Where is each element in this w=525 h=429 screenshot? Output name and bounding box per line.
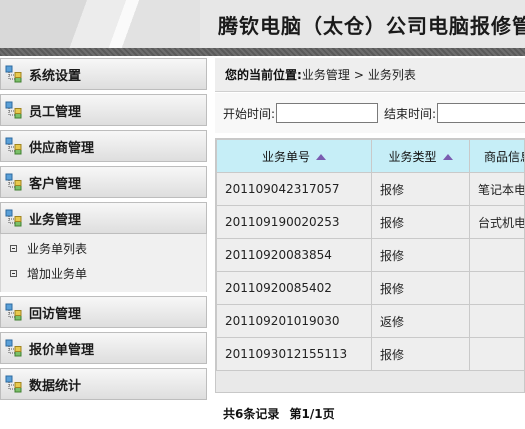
order-number-cell: 201109201019030 bbox=[216, 304, 372, 338]
sidebar-group[interactable]: 回访管理 bbox=[0, 296, 207, 328]
business-type-cell: 报修 bbox=[371, 172, 470, 206]
column-header-order-no[interactable]: 业务单号 bbox=[216, 139, 372, 173]
sort-ascending-icon[interactable] bbox=[442, 153, 453, 160]
sidebar-subitem[interactable]: 增加业务单 bbox=[1, 261, 206, 286]
column-header-type[interactable]: 业务类型 bbox=[371, 139, 470, 173]
sidebar-group-label: 供应商管理 bbox=[29, 140, 95, 156]
main-content: 您的当前位置: 业务管理 > 业务列表 开始时间: 结束时间: 业务单号 业务类… bbox=[215, 58, 525, 429]
app-header: 腾钦电脑（太仓）公司电脑报修管理系统 bbox=[0, 0, 525, 48]
sort-ascending-icon[interactable] bbox=[316, 153, 326, 160]
table-row[interactable]: 201109042317057报修笔记本电脑 bbox=[216, 172, 524, 206]
product-info-cell bbox=[469, 304, 524, 338]
end-time-input[interactable] bbox=[437, 103, 525, 123]
table-body: 201109042317057报修笔记本电脑201109190020253报修台… bbox=[216, 172, 524, 371]
end-time-label: 结束时间: bbox=[384, 106, 437, 121]
sidebar-subitem-label: 业务单列表 bbox=[27, 242, 88, 256]
sidebar-group-label: 回访管理 bbox=[29, 306, 82, 322]
column-header-label: 商品信息 bbox=[483, 149, 524, 164]
sidebar-subitem-label: 增加业务单 bbox=[27, 267, 88, 281]
column-header-label: 业务单号 bbox=[261, 149, 310, 164]
sidebar-group[interactable]: 系统设置 bbox=[0, 58, 207, 90]
tree-node-icon bbox=[5, 65, 23, 83]
breadcrumb-item-module[interactable]: 业务管理 bbox=[302, 66, 350, 83]
business-type-cell: 报修 bbox=[371, 205, 470, 239]
column-header-product[interactable]: 商品信息 bbox=[469, 139, 524, 173]
start-time-label: 开始时间: bbox=[223, 106, 276, 121]
sidebar-group[interactable]: 数据统计 bbox=[0, 368, 207, 400]
sidebar-group[interactable]: 客户管理 bbox=[0, 166, 207, 198]
business-table: 业务单号 业务类型 商品信息 201109042317057报修笔记本电脑201… bbox=[216, 139, 524, 371]
tree-node-icon bbox=[5, 209, 23, 227]
business-type-cell: 报修 bbox=[371, 271, 470, 305]
leaf-box-icon bbox=[10, 245, 17, 252]
order-number-cell: 20110920085402 bbox=[216, 271, 372, 305]
business-type-cell: 返修 bbox=[371, 304, 470, 338]
table-row[interactable]: 201109190020253报修台式机电脑 bbox=[216, 205, 524, 239]
sidebar-group[interactable]: 供应商管理 bbox=[0, 130, 207, 162]
header-divider bbox=[0, 48, 525, 56]
breadcrumb-separator: > bbox=[353, 67, 364, 82]
table-row[interactable]: 20110920085402 报修 bbox=[216, 271, 524, 305]
sidebar-group-label: 数据统计 bbox=[29, 378, 82, 394]
order-number-cell: 20110920083854 bbox=[216, 238, 372, 272]
pagination-summary: 共6条记录 第1/1页 bbox=[215, 405, 525, 425]
sidebar-subitem[interactable]: 业务单列表 bbox=[1, 236, 206, 261]
order-number-cell: 201109042317057 bbox=[216, 172, 372, 206]
sidebar-group-label: 报价单管理 bbox=[29, 342, 95, 358]
product-info-cell bbox=[469, 238, 524, 272]
start-time-input[interactable] bbox=[276, 103, 379, 123]
tree-node-icon bbox=[5, 303, 23, 321]
breadcrumb: 您的当前位置: 业务管理 > 业务列表 bbox=[215, 58, 525, 92]
sidebar-group[interactable]: 员工管理 bbox=[0, 94, 207, 126]
business-table-container: 业务单号 业务类型 商品信息 201109042317057报修笔记本电脑201… bbox=[215, 138, 525, 393]
leaf-box-icon bbox=[10, 270, 17, 277]
tree-node-icon bbox=[5, 173, 23, 191]
tree-node-icon bbox=[5, 339, 23, 357]
order-number-cell: 201109190020253 bbox=[216, 205, 372, 239]
sidebar-group-label: 客户管理 bbox=[29, 176, 82, 192]
table-header-row: 业务单号 业务类型 商品信息 bbox=[216, 139, 524, 173]
product-info-cell bbox=[469, 337, 524, 371]
sidebar-group-label: 员工管理 bbox=[29, 104, 82, 120]
tree-node-icon bbox=[5, 101, 23, 119]
app-title: 腾钦电脑（太仓）公司电脑报修管理系统 bbox=[218, 14, 525, 38]
breadcrumb-label: 您的当前位置: bbox=[225, 68, 302, 82]
header-decoration bbox=[0, 0, 200, 48]
sidebar-group[interactable]: 报价单管理 bbox=[0, 332, 207, 364]
sidebar-group-label: 系统设置 bbox=[29, 68, 82, 84]
business-type-cell: 报修 bbox=[371, 337, 470, 371]
breadcrumb-item-page[interactable]: 业务列表 bbox=[368, 66, 416, 83]
table-row[interactable]: 2011093012155113 报修 bbox=[216, 337, 524, 371]
record-count: 共6条记录 bbox=[223, 407, 280, 421]
sidebar-group-label: 业务管理 bbox=[29, 212, 82, 228]
column-header-label: 业务类型 bbox=[388, 149, 437, 164]
product-info-cell: 台式机电脑 bbox=[469, 205, 524, 239]
page-indicator: 第1/1页 bbox=[289, 407, 335, 421]
business-type-cell: 报修 bbox=[371, 238, 470, 272]
date-filter-bar: 开始时间: 结束时间: bbox=[215, 93, 525, 133]
tree-node-icon bbox=[5, 375, 23, 393]
table-row[interactable]: 20110920083854 报修 bbox=[216, 238, 524, 272]
product-info-cell bbox=[469, 271, 524, 305]
tree-node-icon bbox=[5, 137, 23, 155]
sidebar-submenu: 业务单列表增加业务单 bbox=[0, 234, 207, 292]
product-info-cell: 笔记本电脑 bbox=[469, 172, 524, 206]
table-row[interactable]: 201109201019030 返修 bbox=[216, 304, 524, 338]
order-number-cell: 2011093012155113 bbox=[216, 337, 372, 371]
sidebar: 系统设置员工管理供应商管理客户管理业务管理业务单列表增加业务单回访管理报价单管理… bbox=[0, 58, 207, 404]
sidebar-group[interactable]: 业务管理 bbox=[0, 202, 207, 234]
